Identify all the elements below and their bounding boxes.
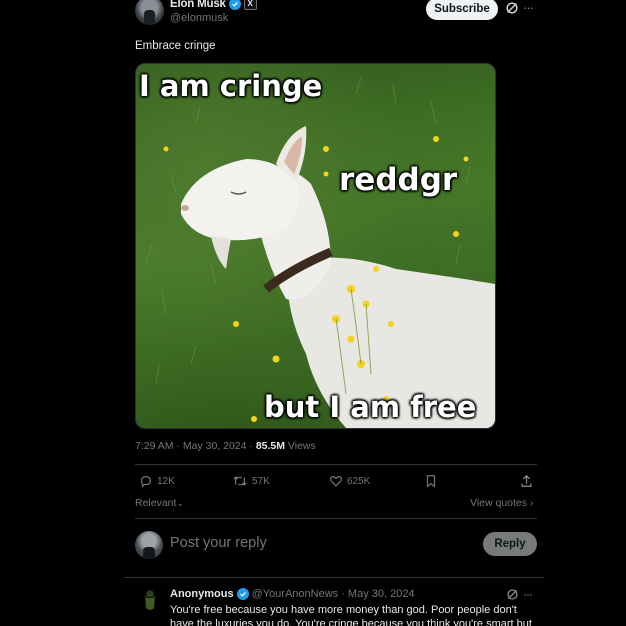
meme-caption-bottom: but I am free xyxy=(264,390,477,424)
reply-button[interactable]: Reply xyxy=(483,532,537,556)
reply-verified-badge-icon xyxy=(236,588,249,600)
like-count: 625K xyxy=(347,475,371,487)
repost-icon xyxy=(233,476,247,486)
current-user-avatar[interactable] xyxy=(135,531,163,559)
reply-count: 12K xyxy=(157,475,175,487)
verified-badge-icon xyxy=(228,0,241,10)
grok-icon[interactable] xyxy=(505,1,519,15)
reply-action[interactable]: 12K xyxy=(139,474,175,488)
view-quotes-link[interactable]: View quotes › xyxy=(470,497,533,509)
reply-author-row: Anonymous @YourAnonNews · May 30, 2024 xyxy=(170,588,415,600)
chevron-down-icon: ⌄ xyxy=(176,498,184,508)
divider-top xyxy=(135,464,537,465)
views-count: 85.5M xyxy=(255,440,285,452)
repost-action[interactable]: 57K xyxy=(232,474,270,488)
author-avatar[interactable] xyxy=(135,0,164,25)
post-detail-page: Elon Musk X @elonmusk Subscribe ··· Embr… xyxy=(0,0,626,626)
divider-bottom xyxy=(124,577,544,578)
org-badge-icon[interactable]: X xyxy=(243,0,257,10)
reply-author-name[interactable]: Anonymous xyxy=(170,588,234,600)
anonymous-mask-icon xyxy=(144,590,156,610)
author-name-row: Elon Musk X xyxy=(170,0,257,10)
reply-more-options-icon[interactable]: ··· xyxy=(523,587,533,601)
share-action[interactable] xyxy=(520,474,533,488)
more-options-icon[interactable]: ··· xyxy=(523,0,534,15)
reply-icon xyxy=(141,476,151,488)
meme-caption-top: I am cringe xyxy=(139,69,323,103)
post-meta: 7:29 AM · May 30, 2024 · 85.5M Views xyxy=(135,440,316,452)
like-action[interactable]: 625K xyxy=(329,474,370,488)
post-text: Embrace cringe xyxy=(135,40,216,52)
reply-grok-icon[interactable] xyxy=(506,588,519,601)
divider-middle xyxy=(135,518,537,519)
bookmark-action[interactable] xyxy=(425,474,437,488)
goat-illustration xyxy=(145,77,495,428)
post-image[interactable]: I am cringe reddgr but I am free xyxy=(135,63,496,429)
heart-icon xyxy=(330,476,342,487)
post-timestamp[interactable]: 7:29 AM · May 30, 2024 · xyxy=(135,440,256,452)
author-name[interactable]: Elon Musk xyxy=(170,0,226,10)
action-bar: 12K 57K 625K xyxy=(135,470,537,492)
share-icon xyxy=(521,474,532,487)
author-handle[interactable]: @elonmusk xyxy=(170,12,228,24)
meme-watermark: reddgr xyxy=(339,162,458,198)
reply-input[interactable]: Post your reply xyxy=(170,535,267,551)
bookmark-icon xyxy=(426,475,436,488)
sort-label: Relevant xyxy=(135,497,177,509)
repost-count: 57K xyxy=(252,475,270,487)
reply-author-handle[interactable]: @YourAnonNews · May 30, 2024 xyxy=(252,588,415,600)
views-label: Views xyxy=(285,440,316,452)
reply-text: You're free because you have more money … xyxy=(170,604,532,626)
sort-dropdown[interactable]: Relevant⌄ xyxy=(135,497,184,509)
subscribe-button[interactable]: Subscribe xyxy=(426,0,498,20)
reply-author-avatar[interactable] xyxy=(136,586,164,614)
